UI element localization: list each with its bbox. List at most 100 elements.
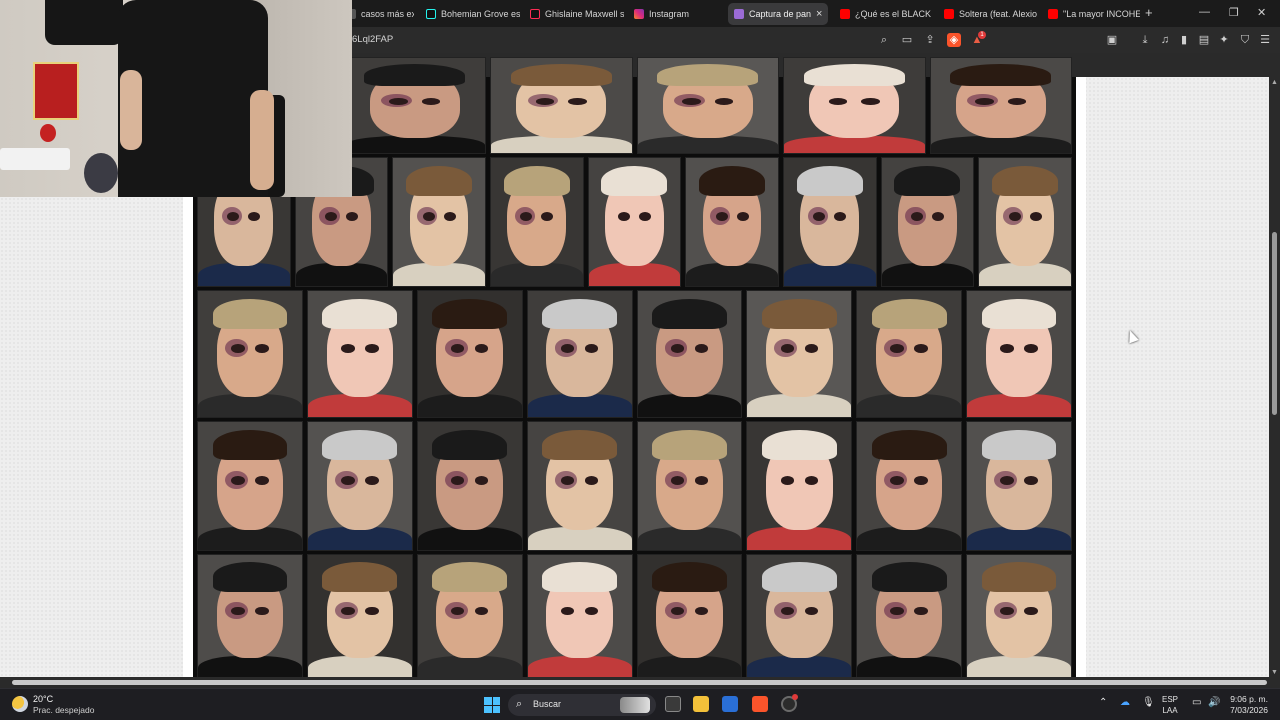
sidebar-icon[interactable]: ▮ bbox=[1177, 33, 1191, 47]
eye bbox=[639, 211, 651, 221]
celebrity-photo bbox=[197, 554, 303, 679]
clothing bbox=[198, 262, 290, 286]
celebrity-photo bbox=[966, 554, 1072, 679]
language-indicator[interactable]: ESP LAA bbox=[1162, 694, 1178, 716]
microphone-icon[interactable]: 🎙 bbox=[1142, 697, 1155, 708]
tab-7[interactable]: "La mayor INCOHE bbox=[1042, 3, 1140, 25]
hair bbox=[212, 562, 288, 592]
eye bbox=[520, 211, 533, 221]
vpn-icon[interactable]: ⛉ bbox=[1238, 33, 1252, 47]
eye bbox=[804, 475, 818, 485]
brave-browser-icon[interactable] bbox=[752, 696, 768, 712]
taskbar-search[interactable]: ⌕ Buscar bbox=[508, 694, 656, 716]
clothing bbox=[747, 526, 852, 550]
eye bbox=[834, 211, 847, 221]
leo-ai-icon[interactable]: ✦ bbox=[1217, 33, 1231, 47]
celebrity-photo bbox=[416, 554, 523, 679]
close-window-icon[interactable]: ✕ bbox=[1257, 6, 1266, 19]
tab-5[interactable]: ¿Qué es el BLACK E bbox=[834, 3, 934, 25]
tab-3[interactable]: Instagram bbox=[628, 3, 726, 25]
eye bbox=[255, 606, 269, 616]
volume-icon[interactable]: 🔊 bbox=[1208, 697, 1220, 708]
eye bbox=[828, 97, 848, 105]
eye bbox=[914, 606, 928, 616]
close-tab-icon[interactable]: × bbox=[816, 8, 822, 20]
celebrity-photo bbox=[490, 157, 584, 287]
task-view-icon[interactable] bbox=[665, 696, 681, 712]
clothing bbox=[307, 655, 412, 678]
tab-6[interactable]: Soltera (feat. Alexio bbox=[938, 3, 1038, 25]
game-console bbox=[0, 148, 70, 170]
eye bbox=[422, 211, 435, 221]
horizontal-scroll-thumb[interactable] bbox=[12, 680, 1267, 685]
wallet-icon[interactable]: ▤ bbox=[1197, 33, 1211, 47]
hair bbox=[212, 429, 288, 461]
restore-icon[interactable]: ❐ bbox=[1229, 6, 1239, 19]
eye bbox=[1000, 606, 1014, 616]
clothing bbox=[491, 135, 632, 153]
system-clock[interactable]: 9:06 p. m. 7/03/2026 bbox=[1222, 694, 1268, 716]
weather-description[interactable]: Prac. despejado bbox=[33, 705, 94, 715]
tab-2[interactable]: Ghislaine Maxwell s bbox=[524, 3, 624, 25]
clothing bbox=[527, 655, 632, 678]
tab-search-icon[interactable]: ▣ bbox=[1105, 33, 1119, 47]
eye bbox=[346, 211, 358, 221]
eye bbox=[1024, 475, 1038, 485]
onedrive-icon[interactable]: ☁ bbox=[1120, 697, 1130, 708]
eye bbox=[975, 97, 994, 105]
minimize-icon[interactable]: — bbox=[1199, 6, 1210, 18]
celebrity-photo bbox=[856, 290, 963, 418]
horizontal-scrollbar[interactable] bbox=[0, 677, 1280, 688]
youtube-icon bbox=[840, 9, 850, 19]
download-icon[interactable]: ⤓ bbox=[1138, 33, 1152, 47]
celebrity-photo bbox=[783, 157, 877, 287]
celebrity-photo bbox=[880, 157, 975, 287]
eye bbox=[450, 343, 465, 353]
weather-temperature[interactable]: 20°C bbox=[33, 694, 53, 704]
clothing bbox=[784, 262, 876, 286]
eye bbox=[890, 475, 904, 485]
music-icon[interactable]: ♫ bbox=[1158, 33, 1172, 47]
scroll-up-icon[interactable]: ▲ bbox=[1271, 79, 1278, 86]
new-tab-button[interactable]: + bbox=[1145, 5, 1153, 20]
celebrity-photo bbox=[746, 421, 853, 551]
clothing bbox=[881, 262, 974, 286]
streamer-arm bbox=[120, 70, 142, 150]
rewards-badge: 1 bbox=[978, 31, 986, 39]
vertical-scroll-thumb[interactable] bbox=[1272, 232, 1277, 415]
eye bbox=[541, 211, 554, 221]
eye bbox=[227, 211, 240, 221]
zoom-icon[interactable]: ⌕ bbox=[877, 33, 891, 47]
clothing bbox=[344, 135, 485, 153]
store-icon[interactable] bbox=[722, 696, 738, 712]
network-icon[interactable]: ▭ bbox=[1192, 697, 1201, 708]
eye bbox=[813, 211, 826, 221]
share-icon[interactable]: ⇪ bbox=[923, 33, 937, 47]
eye bbox=[1024, 343, 1038, 353]
clothing bbox=[857, 394, 962, 417]
tab-active[interactable]: Captura de pan × bbox=[728, 3, 828, 25]
hair bbox=[432, 562, 508, 592]
eye bbox=[248, 211, 261, 221]
menu-icon[interactable]: ☰ bbox=[1258, 33, 1272, 47]
celebrity-photo bbox=[636, 421, 743, 551]
vertical-scrollbar[interactable]: ▲ ▼ bbox=[1269, 77, 1280, 677]
celebrity-photo bbox=[343, 57, 486, 154]
eye bbox=[932, 211, 944, 221]
url-text[interactable]: 6Lql2FAP bbox=[352, 34, 393, 45]
file-explorer-icon[interactable] bbox=[693, 696, 709, 712]
celebrity-photo bbox=[929, 57, 1072, 154]
screenshot-icon[interactable]: ▭ bbox=[900, 33, 914, 47]
eye bbox=[670, 475, 685, 485]
chevron-up-icon[interactable]: ⌃ bbox=[1099, 697, 1107, 708]
hair bbox=[601, 165, 668, 197]
weather-icon[interactable] bbox=[12, 696, 28, 712]
start-button[interactable] bbox=[484, 697, 500, 713]
clothing bbox=[637, 394, 742, 417]
eye bbox=[890, 343, 904, 353]
clothing bbox=[686, 262, 778, 286]
scroll-down-icon[interactable]: ▼ bbox=[1271, 669, 1278, 676]
celebrity-photo bbox=[856, 421, 963, 551]
tab-1[interactable]: Bohemian Grove es bbox=[420, 3, 520, 25]
brave-shields-icon[interactable]: ◈ bbox=[947, 33, 961, 47]
